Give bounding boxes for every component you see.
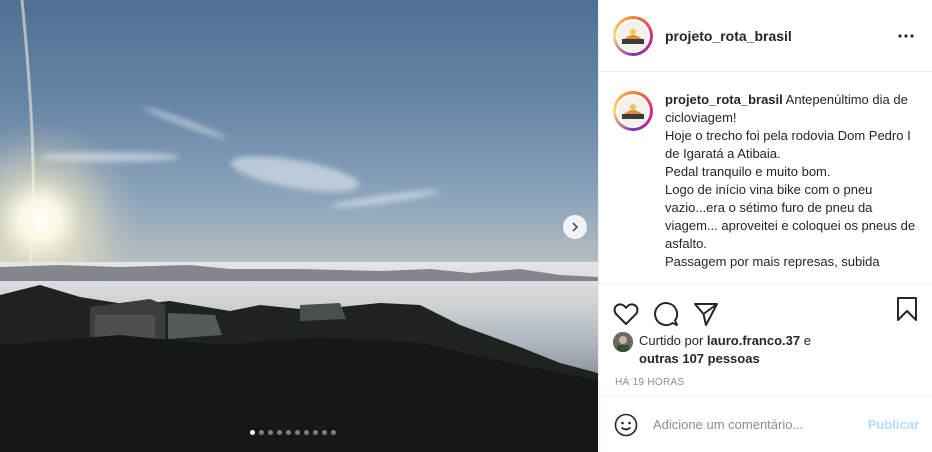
post-header: projeto_rota_brasil (599, 0, 932, 72)
cloud (141, 104, 229, 142)
likes-text: Curtido por lauro.franco.37 e outras 107… (639, 332, 811, 368)
heart-icon[interactable] (613, 301, 639, 327)
caption-username[interactable]: projeto_rota_brasil (665, 92, 783, 107)
comment-icon[interactable] (653, 301, 679, 327)
emoji-icon[interactable] (613, 412, 639, 438)
comment-input[interactable] (653, 417, 853, 432)
carousel-next-button[interactable] (563, 215, 587, 239)
publish-button[interactable]: Publicar (868, 417, 919, 432)
more-horizontal-icon[interactable] (896, 26, 916, 46)
caption-author-avatar[interactable] (613, 91, 653, 131)
carousel-dot (331, 430, 336, 435)
carousel-dot (313, 430, 318, 435)
carousel-dot (295, 430, 300, 435)
likes-others-link[interactable]: outras 107 pessoas (639, 351, 760, 366)
post-actions-block: Curtido por lauro.franco.37 e outras 107… (599, 283, 932, 395)
liker-username[interactable]: lauro.franco.37 (707, 333, 800, 348)
carousel-dot (277, 430, 282, 435)
carousel-dot (250, 430, 255, 435)
caption-line: Pedal tranquilo e muito bom. (665, 164, 831, 179)
likes-summary: Curtido por lauro.franco.37 e outras 107… (599, 332, 932, 368)
author-avatar[interactable] (613, 15, 653, 56)
post-sidebar: projeto_rota_brasil projeto_rota_brasil … (598, 0, 932, 452)
chevron-right-icon (572, 222, 579, 232)
caption-area: projeto_rota_brasil Antepenúltimo dia de… (599, 73, 932, 283)
bookmark-icon[interactable] (895, 296, 921, 322)
carousel-dot (268, 430, 273, 435)
logo-icon (618, 96, 648, 126)
post-timestamp[interactable]: HÁ 19 HORAS (599, 377, 932, 388)
carousel-dot (286, 430, 291, 435)
action-bar (599, 284, 932, 332)
likes-prefix: Curtido por (639, 333, 707, 348)
caption-line: Logo de início vina bike com o pneu vazi… (665, 182, 916, 251)
carousel-dot (322, 430, 327, 435)
carousel-dot (304, 430, 309, 435)
likes-connector: e (800, 333, 811, 348)
carousel-dot (259, 430, 264, 435)
share-icon[interactable] (693, 301, 719, 327)
caption-line: Hoje o trecho foi pela rodovia Dom Pedro… (665, 128, 911, 161)
liker-avatar[interactable] (613, 332, 633, 352)
hills (0, 265, 598, 452)
comment-bar: Publicar (599, 396, 932, 452)
caption-line: Passagem por mais represas, subida (665, 254, 880, 269)
cloud (228, 148, 362, 200)
logo-icon (618, 20, 648, 51)
carousel-indicator (250, 430, 336, 435)
header-username[interactable]: projeto_rota_brasil (665, 28, 792, 44)
post-caption: projeto_rota_brasil Antepenúltimo dia de… (665, 91, 919, 283)
post-photo[interactable] (0, 0, 598, 452)
